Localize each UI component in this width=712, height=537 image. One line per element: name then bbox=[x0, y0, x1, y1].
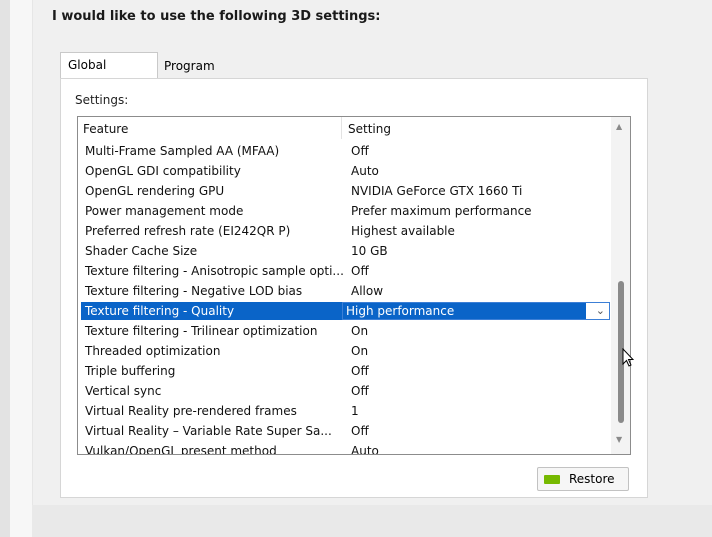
table-row[interactable]: Texture filtering - Negative LOD bias All… bbox=[78, 281, 610, 301]
setting-cell[interactable]: Off bbox=[351, 364, 369, 378]
feature-cell: Power management mode bbox=[85, 204, 244, 218]
feature-cell: Threaded optimization bbox=[85, 344, 221, 358]
setting-cell[interactable]: Off bbox=[351, 264, 369, 278]
feature-cell: Texture filtering - Quality bbox=[85, 304, 235, 318]
setting-cell[interactable]: Auto bbox=[351, 164, 379, 178]
feature-cell: Multi-Frame Sampled AA (MFAA) bbox=[85, 144, 280, 158]
feature-cell: Texture filtering - Negative LOD bias bbox=[85, 284, 303, 298]
setting-dropdown[interactable]: High performance ⌄ bbox=[342, 302, 610, 320]
feature-cell: Preferred refresh rate (EI242QR P) bbox=[85, 224, 291, 238]
table-row[interactable]: Shader Cache Size 10 GB bbox=[78, 241, 610, 261]
tab-program-settings[interactable]: Program Settings bbox=[164, 54, 215, 97]
feature-cell: Virtual Reality – Variable Rate Super Sa… bbox=[85, 424, 332, 438]
table-row[interactable]: Threaded optimization On bbox=[78, 341, 610, 361]
feature-cell: OpenGL GDI compatibility bbox=[85, 164, 241, 178]
table-row[interactable]: Virtual Reality – Variable Rate Super Sa… bbox=[78, 421, 610, 441]
restore-button-label: Restore bbox=[569, 472, 615, 486]
feature-cell: Texture filtering - Anisotropic sample o… bbox=[85, 264, 344, 278]
window-bottom-area bbox=[32, 505, 712, 537]
table-row[interactable]: Vertical sync Off bbox=[78, 381, 610, 401]
feature-cell: Vertical sync bbox=[85, 384, 162, 398]
feature-cell: Virtual Reality pre-rendered frames bbox=[85, 404, 297, 418]
setting-cell[interactable]: Highest available bbox=[351, 224, 455, 238]
setting-cell[interactable]: Auto bbox=[351, 444, 379, 454]
table-row[interactable]: Multi-Frame Sampled AA (MFAA) Off bbox=[78, 141, 610, 161]
table-row[interactable]: Vulkan/OpenGL present method Auto bbox=[78, 441, 610, 455]
setting-cell[interactable]: Prefer maximum performance bbox=[351, 204, 532, 218]
feature-cell: Triple buffering bbox=[85, 364, 176, 378]
table-row[interactable]: Texture filtering - Trilinear optimizati… bbox=[78, 321, 610, 341]
table-row[interactable]: Triple buffering Off bbox=[78, 361, 610, 381]
vertical-scrollbar[interactable]: ▲ ▼ bbox=[611, 117, 630, 454]
table-row[interactable]: Virtual Reality pre-rendered frames 1 bbox=[78, 401, 610, 421]
window-side-panel bbox=[10, 0, 33, 537]
table-row[interactable]: Texture filtering - Anisotropic sample o… bbox=[78, 261, 610, 281]
table-row[interactable]: Texture filtering - Quality High performa… bbox=[78, 301, 610, 321]
column-header-feature[interactable]: Feature bbox=[83, 122, 128, 136]
feature-cell: Texture filtering - Trilinear optimizati… bbox=[85, 324, 318, 338]
nvidia-logo-icon bbox=[544, 475, 560, 484]
mouse-pointer-icon bbox=[622, 348, 634, 367]
setting-cell[interactable]: Off bbox=[351, 424, 369, 438]
table-row[interactable]: Preferred refresh rate (EI242QR P) Highes… bbox=[78, 221, 610, 241]
feature-cell: Vulkan/OpenGL present method bbox=[85, 444, 277, 455]
restore-button[interactable]: Restore bbox=[537, 467, 629, 491]
setting-cell[interactable]: Off bbox=[351, 384, 369, 398]
tab-global-settings[interactable]: Global Settings bbox=[60, 52, 158, 96]
grid-header: Feature Setting bbox=[78, 117, 610, 139]
scroll-down-arrow-icon[interactable]: ▼ bbox=[616, 435, 622, 444]
column-divider[interactable] bbox=[341, 117, 342, 139]
settings-label: Settings: bbox=[75, 93, 129, 107]
setting-cell[interactable]: Off bbox=[351, 144, 369, 158]
settings-grid: Feature Setting Multi-Frame Sampled AA (… bbox=[77, 116, 631, 455]
table-row[interactable]: OpenGL GDI compatibility Auto bbox=[78, 161, 610, 181]
setting-cell[interactable]: On bbox=[351, 344, 368, 358]
table-row[interactable]: OpenGL rendering GPU NVIDIA GeForce GTX 1… bbox=[78, 181, 610, 201]
column-header-setting[interactable]: Setting bbox=[348, 122, 391, 136]
scroll-up-arrow-icon[interactable]: ▲ bbox=[616, 122, 622, 131]
setting-cell[interactable]: 10 GB bbox=[351, 244, 388, 258]
setting-cell[interactable]: NVIDIA GeForce GTX 1660 Ti bbox=[351, 184, 522, 198]
feature-cell: Shader Cache Size bbox=[85, 244, 198, 258]
table-row[interactable]: Power management mode Prefer maximum perf… bbox=[78, 201, 610, 221]
chevron-down-icon[interactable]: ⌄ bbox=[596, 304, 605, 317]
feature-cell: OpenGL rendering GPU bbox=[85, 184, 225, 198]
setting-cell[interactable]: 1 bbox=[351, 404, 359, 418]
page-heading: I would like to use the following 3D set… bbox=[52, 9, 381, 24]
setting-cell[interactable]: Allow bbox=[351, 284, 383, 298]
setting-cell[interactable]: On bbox=[351, 324, 368, 338]
dropdown-selected-value: High performance bbox=[343, 303, 586, 319]
